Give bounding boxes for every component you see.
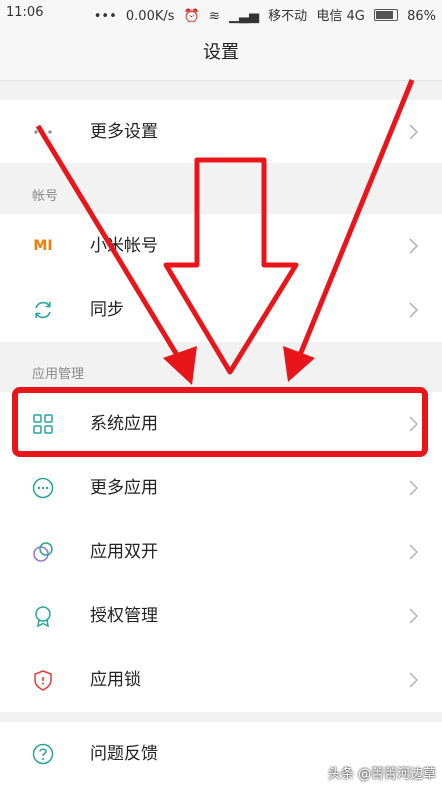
left-arrow-head bbox=[163, 346, 197, 385]
annotation-arrows bbox=[35, 79, 415, 385]
watermark: 头条 @菁菁河边草 bbox=[327, 767, 436, 782]
right-arrow-line bbox=[297, 79, 415, 356]
down-arrow-outline bbox=[163, 157, 299, 375]
left-arrow-line bbox=[35, 124, 183, 362]
